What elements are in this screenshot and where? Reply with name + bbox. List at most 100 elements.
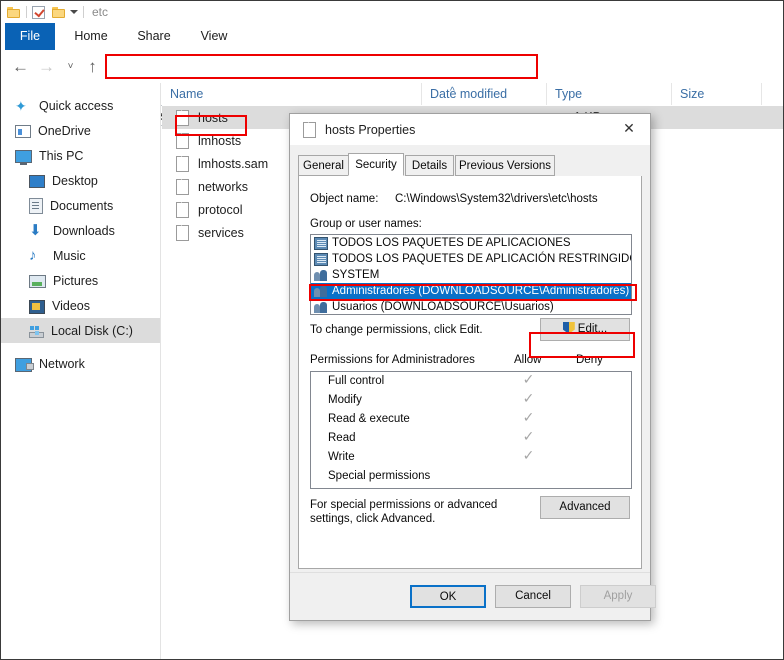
sidebar-item-label: Local Disk (C:) [51,323,133,338]
deny-checkbox[interactable] [583,373,598,388]
sidebar-item-this-pc[interactable]: This PC [1,143,160,168]
file-name: services [198,225,244,240]
tab-details[interactable]: Details [405,155,454,176]
group-or-user-names-list[interactable]: TODOS LOS PAQUETES DE APLICACIONES TODOS… [310,234,632,315]
edit-hint-text: To change permissions, click Edit. [310,324,483,336]
sidebar-item-videos[interactable]: Videos [1,293,160,318]
allow-checkbox[interactable]: ✓ [521,411,536,426]
allow-checkbox[interactable]: ✓ [521,430,536,445]
star-icon: ✦ [15,97,27,114]
dialog-tabstrip: General Security Details Previous Versio… [298,153,642,177]
sidebar-item-quick-access[interactable]: ✦ Quick access [1,93,160,118]
list-item-label: TODOS LOS PAQUETES DE APLICACIONES [332,237,571,249]
users-icon [314,301,328,314]
sidebar-item-downloads[interactable]: ⬇ Downloads [1,218,160,243]
sidebar-item-documents[interactable]: Documents [1,193,160,218]
forward-button[interactable]: → [37,57,56,76]
close-icon[interactable]: ✕ [608,114,650,145]
sidebar-item-local-disk[interactable]: Local Disk (C:) [1,318,160,343]
folder-icon[interactable] [52,6,66,18]
list-item[interactable]: SYSTEM [311,267,631,283]
dialog-title: hosts Properties [325,122,416,137]
column-header-type[interactable]: Type [547,83,672,105]
screenshot-root: etc File Home Share View ← → ˅ ↑ › This … [0,0,784,660]
column-header-date-modified[interactable]: Date modified [422,83,547,105]
permission-row-write[interactable]: Write ✓ [311,448,631,467]
file-icon [176,178,189,195]
tab-home[interactable]: Home [63,23,119,50]
column-header-size[interactable]: Size [672,83,762,105]
up-button[interactable]: ↑ [83,57,102,76]
permission-row-read-execute[interactable]: Read & execute ✓ [311,410,631,429]
column-header-name[interactable]: Name [162,83,422,105]
sidebar-item-pictures[interactable]: Pictures [1,268,160,293]
list-item-label: Administradores (DOWNLOADSOURCE\Administ… [332,285,630,297]
list-item-administradores[interactable]: Administradores (DOWNLOADSOURCE\Administ… [311,283,631,299]
tab-security[interactable]: Security [348,153,404,176]
deny-checkbox[interactable] [583,392,598,407]
permission-label: Read & execute [328,413,410,425]
advanced-hint-text: For special permissions or advanced sett… [310,499,498,525]
tab-previous-versions[interactable]: Previous Versions [455,155,555,176]
window-titlebar: etc [1,1,783,23]
object-name-label: Object name: [310,193,379,205]
sidebar-item-label: Downloads [53,223,115,238]
music-icon: ♪ [29,246,37,264]
cancel-button[interactable]: Cancel [495,585,571,608]
deny-checkbox[interactable] [583,468,598,483]
sidebar-item-label: OneDrive [38,123,91,138]
allow-checkbox[interactable] [521,468,536,483]
sidebar-item-label: Pictures [53,273,99,288]
dialog-footer: OK Cancel Apply [290,572,656,620]
list-item[interactable]: TODOS LOS PAQUETES DE APLICACIONES [311,235,631,251]
recent-locations-button[interactable]: ˅ [61,57,80,76]
back-button[interactable]: ← [11,57,30,76]
list-item[interactable]: TODOS LOS PAQUETES DE APLICACIÓN RESTRIN… [311,251,631,267]
dialog-titlebar: hosts Properties ✕ [290,114,650,145]
permission-label: Write [328,451,355,463]
group-or-user-names-label: Group or user names: [310,218,422,230]
list-item-label: TODOS LOS PAQUETES DE APLICACIÓN RESTRIN… [332,253,632,265]
sidebar-item-label: This PC [39,148,84,163]
folder-icon[interactable] [7,6,21,18]
properties-icon[interactable] [32,5,45,19]
permission-row-read[interactable]: Read ✓ [311,429,631,448]
permission-label: Read [328,432,356,444]
tab-view[interactable]: View [189,23,239,50]
ok-button[interactable]: OK [410,585,486,608]
file-name: hosts [198,110,228,125]
sidebar-item-music[interactable]: ♪ Music [1,243,160,268]
file-name: protocol [198,202,243,217]
file-icon [176,109,189,126]
list-item[interactable]: Usuarios (DOWNLOADSOURCE\Usuarios) [311,299,631,314]
permissions-list[interactable]: Full control ✓ Modify ✓ Read & execute ✓… [310,371,632,489]
file-name: lmhosts.sam [198,156,269,171]
tab-share[interactable]: Share [127,23,181,50]
deny-checkbox[interactable] [583,449,598,464]
dropdown-caret-icon[interactable] [70,10,78,14]
edit-button[interactable]: Edit... [540,318,630,341]
desktop-icon [29,175,45,188]
allow-checkbox[interactable]: ✓ [521,449,536,464]
advanced-button[interactable]: Advanced [540,496,630,519]
tab-file[interactable]: File [5,23,55,50]
allow-checkbox[interactable]: ✓ [521,373,536,388]
onedrive-icon [15,125,31,138]
permission-row-modify[interactable]: Modify ✓ [311,391,631,410]
deny-checkbox[interactable] [583,430,598,445]
hosts-properties-dialog: hosts Properties ✕ General Security Deta… [289,113,656,621]
users-icon [314,269,328,282]
apply-button: Apply [580,585,656,608]
sidebar-item-network[interactable]: Network [1,351,160,376]
tab-general[interactable]: General [298,155,349,176]
sidebar-item-onedrive[interactable]: OneDrive [1,118,160,143]
sidebar-item-desktop[interactable]: Desktop [1,168,160,193]
file-name: networks [198,179,249,194]
permission-row-special-permissions[interactable]: Special permissions [311,467,631,486]
edit-button-label: Edit... [577,323,608,335]
allow-checkbox[interactable]: ✓ [521,392,536,407]
permission-row-full-control[interactable]: Full control ✓ [311,372,631,391]
sidebar-item-label: Network [39,356,85,371]
deny-checkbox[interactable] [583,411,598,426]
file-icon [176,132,189,149]
